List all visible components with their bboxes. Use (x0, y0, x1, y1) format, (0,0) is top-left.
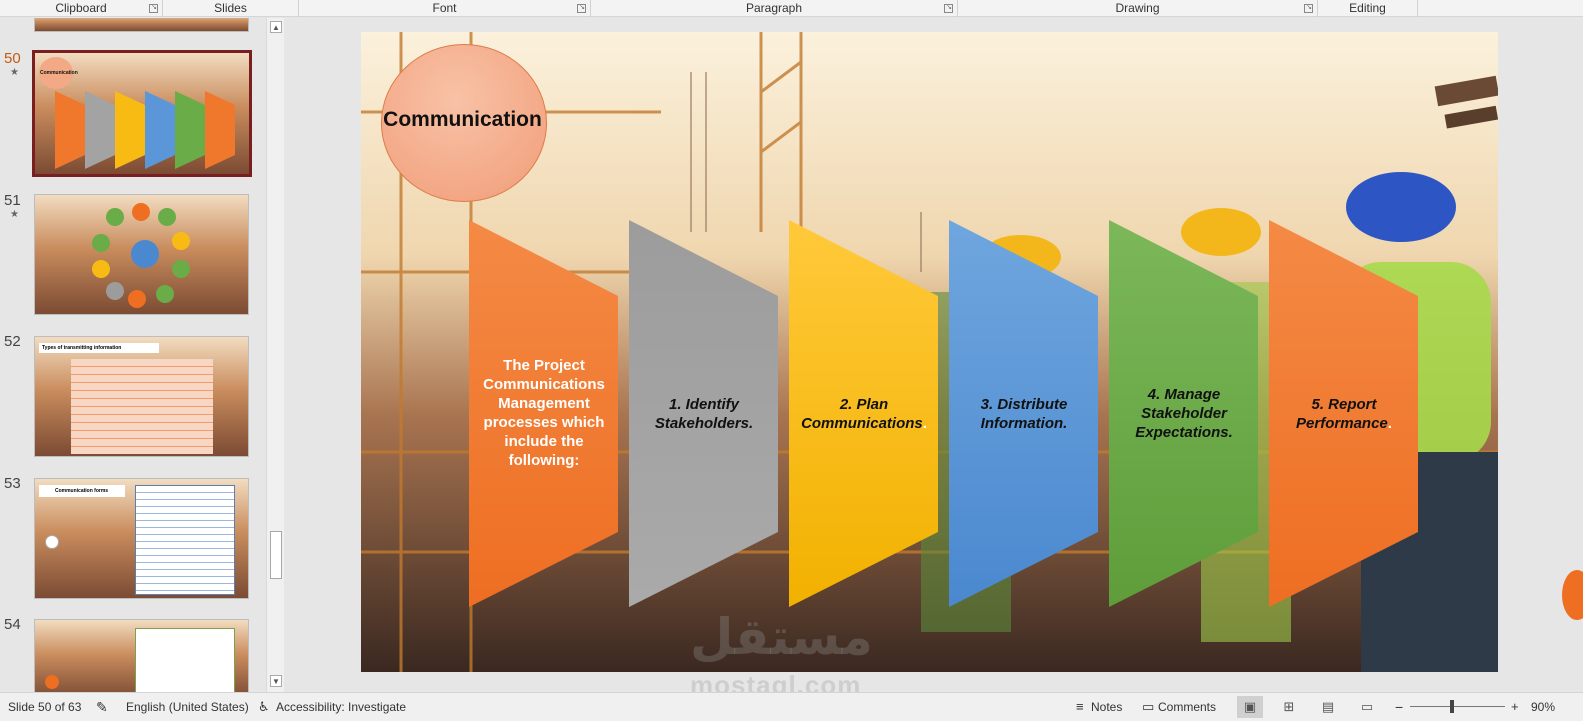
dialog-launcher-icon[interactable]: ↘ (149, 4, 158, 13)
slide-number: 54 (4, 616, 21, 633)
slide-thumbnail-51[interactable] (34, 194, 249, 315)
ribbon-group-label: Clipboard (55, 1, 107, 15)
process-step-5: 5. Report Performance. (1269, 220, 1419, 607)
scroll-down-icon[interactable]: ▼ (270, 675, 282, 687)
ribbon-group-label: Slides (214, 1, 247, 15)
accessibility-icon[interactable]: ♿ (258, 698, 270, 716)
process-step-label[interactable]: 1. Identify Stakeholders. (637, 395, 771, 433)
thumb-caption: Types of transmitting information (39, 343, 159, 353)
thumb-step-circle (45, 535, 59, 549)
ribbon-group-slides[interactable]: Slides (163, 0, 299, 17)
scroll-up-icon[interactable]: ▲ (270, 21, 282, 33)
slide-sorter-icon[interactable]: ⊞ (1276, 696, 1302, 718)
process-step-2: 2. Plan Communications. (789, 220, 939, 607)
zoom-slider-thumb[interactable] (1450, 700, 1454, 713)
thumb-panels (55, 91, 235, 169)
slide-thumbnail-50[interactable]: Communication (32, 50, 252, 177)
thumb-circle-diagram (92, 203, 190, 308)
comments-button[interactable]: Comments (1158, 698, 1216, 716)
slide-number: 50 (4, 50, 21, 67)
thumbnail-scrollbar[interactable]: ▲ ▼ (266, 18, 284, 692)
thumb-form (135, 485, 235, 595)
ribbon-group-clipboard[interactable]: Clipboard ↘ (0, 0, 163, 17)
ribbon-group-editing[interactable]: Editing (1318, 0, 1418, 17)
zoom-out-button[interactable]: − (1395, 698, 1403, 716)
normal-view-icon[interactable]: ▣ (1237, 696, 1263, 718)
thumb-form (135, 628, 235, 692)
scrollbar-thumb[interactable] (270, 531, 282, 579)
slide-thumbnail-53[interactable]: Communication forms (34, 478, 249, 599)
notes-icon[interactable]: ≡ (1076, 698, 1084, 716)
ribbon-group-label: Editing (1349, 1, 1386, 15)
thumb-step-circle (45, 675, 59, 689)
thumb-table (71, 359, 213, 454)
notes-button[interactable]: Notes (1091, 698, 1122, 716)
slide-thumbnail-52[interactable]: Types of transmitting information (34, 336, 249, 457)
powerpoint-window: Clipboard ↘ Slides Font ↘ Paragraph ↘ Dr… (0, 0, 1583, 721)
process-step-label[interactable]: 3. Distribute Information. (957, 395, 1091, 433)
zoom-level[interactable]: 90% (1531, 698, 1555, 716)
zoom-slider[interactable] (1410, 706, 1505, 707)
animation-star-icon: ★ (10, 67, 19, 78)
process-step-1: 1. Identify Stakeholders. (629, 220, 779, 607)
thumb-caption: Communication (40, 70, 78, 76)
slide-counter[interactable]: Slide 50 of 63 (8, 698, 81, 716)
ribbon-group-label: Drawing (1115, 1, 1160, 15)
slide-thumbnail-49[interactable] (34, 18, 249, 32)
slide-canvas[interactable]: Communication The Project Communications… (361, 32, 1498, 672)
ribbon-group-drawing[interactable]: Drawing ↘ (958, 0, 1318, 17)
ribbon-group-paragraph[interactable]: Paragraph ↘ (591, 0, 958, 17)
slide-number: 52 (4, 333, 21, 350)
slide-number: 51 (4, 192, 21, 209)
process-step-label[interactable]: 5. Report Performance. (1277, 395, 1411, 433)
process-step-label[interactable]: 4. Manage Stakeholder Expectations. (1117, 385, 1251, 442)
spelling-check-icon[interactable]: ✎ (96, 698, 108, 716)
dialog-launcher-icon[interactable]: ↘ (577, 4, 586, 13)
process-step-4: 4. Manage Stakeholder Expectations. (1109, 220, 1259, 607)
ribbon-group-labels: Clipboard ↘ Slides Font ↘ Paragraph ↘ Dr… (0, 0, 1583, 17)
status-bar: Slide 50 of 63 ✎ English (United States)… (0, 692, 1583, 721)
slide-show-icon[interactable]: ▭ (1354, 696, 1380, 718)
process-step-intro: The Project Communications Management pr… (469, 220, 619, 607)
slide-thumbnail-pane[interactable]: 50 ★ Communication 51 ★ 52 Types of tran… (0, 18, 288, 692)
dialog-launcher-icon[interactable]: ↘ (944, 4, 953, 13)
ribbon-group-font[interactable]: Font ↘ (299, 0, 591, 17)
reading-view-icon[interactable]: ▤ (1315, 696, 1341, 718)
language-indicator[interactable]: English (United States) (126, 698, 249, 716)
process-step-label[interactable]: The Project Communications Management pr… (477, 356, 611, 470)
watermark-logo: مستقل (690, 608, 873, 666)
zoom-in-button[interactable]: + (1511, 698, 1519, 716)
thumb-caption: Communication forms (39, 485, 125, 497)
slide-thumbnail-54[interactable] (34, 619, 249, 692)
ribbon-group-label: Font (432, 1, 457, 15)
animation-star-icon: ★ (10, 209, 19, 220)
slide-number: 53 (4, 475, 21, 492)
dialog-launcher-icon[interactable]: ↘ (1304, 4, 1313, 13)
comments-icon[interactable]: ▭ (1142, 698, 1154, 716)
process-step-label[interactable]: 2. Plan Communications. (797, 395, 931, 433)
offslide-shape[interactable] (1562, 570, 1583, 620)
ribbon-group-label: Paragraph (745, 1, 803, 15)
process-step-3: 3. Distribute Information. (949, 220, 1099, 607)
accessibility-status[interactable]: Accessibility: Investigate (276, 698, 406, 716)
